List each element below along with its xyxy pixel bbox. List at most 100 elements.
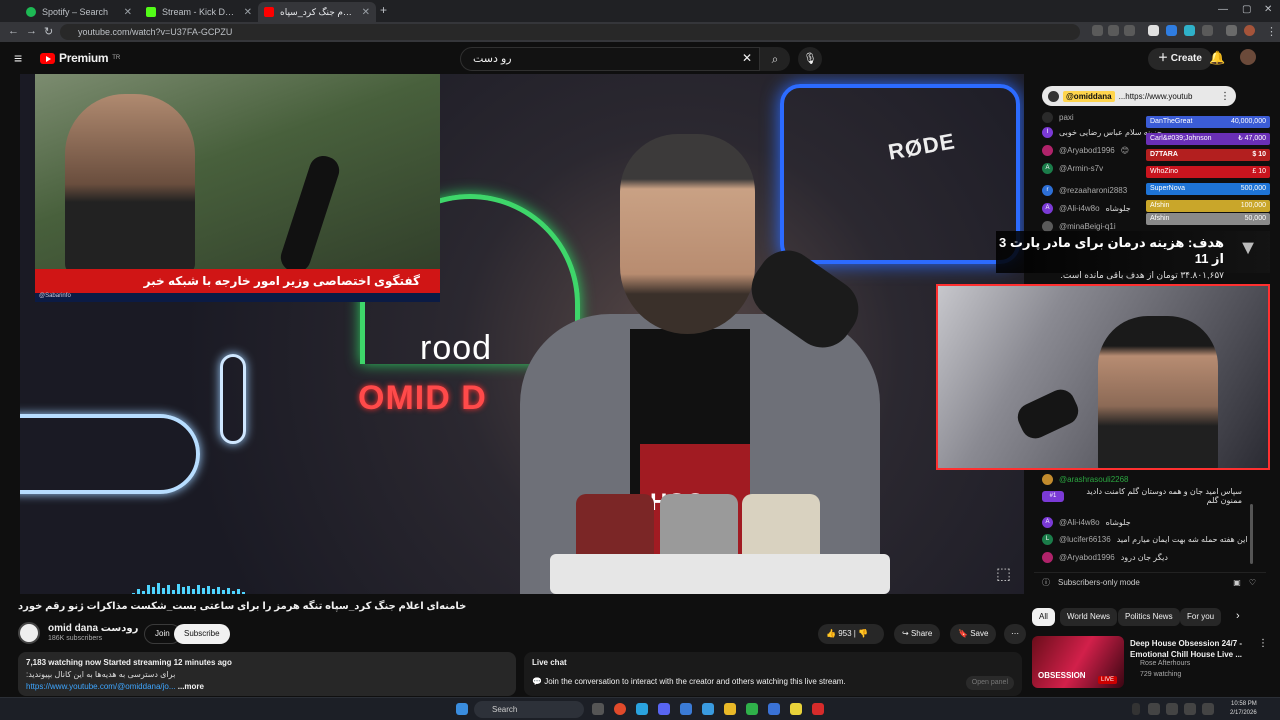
taskbar-search[interactable]: Search (474, 701, 584, 718)
telegram-icon[interactable] (636, 703, 648, 715)
logo-text: Premium (59, 51, 109, 65)
voice-search-button[interactable]: 🎙 (798, 47, 822, 71)
back-icon[interactable]: ← (8, 25, 19, 37)
chat-author[interactable]: @lucifer66136 (1059, 535, 1111, 544)
chrome-icon[interactable] (614, 703, 626, 715)
tab-youtube[interactable]: خامنه‌ای اعلام جنگ کرد_سپاه ✕ (258, 2, 376, 22)
clock[interactable]: 10:58 PM 2/17/2026 (1230, 700, 1257, 718)
sidebar-icon[interactable] (1226, 25, 1237, 36)
close-window-icon[interactable]: ✕ (1264, 4, 1272, 15)
start-icon[interactable] (456, 703, 468, 715)
chat-author[interactable]: @Aryabod1996 (1059, 553, 1115, 562)
discord-icon[interactable] (658, 703, 670, 715)
tab-spotify[interactable]: Spotify – Search ✕ (20, 2, 138, 22)
member-badge: #1 (1042, 490, 1064, 502)
tray-icon[interactable] (1148, 703, 1160, 715)
chat-author[interactable]: @Ali-i4w8o (1059, 204, 1100, 213)
close-icon[interactable]: ✕ (244, 7, 252, 18)
chevron-right-icon[interactable]: › (1236, 610, 1240, 622)
chat-author[interactable]: @Armin-s7v (1059, 164, 1103, 173)
volume-icon[interactable] (1202, 703, 1214, 715)
heart-icon[interactable]: ♡ (1249, 578, 1256, 587)
tip-alert: DanTheGreat 40,000,000 (1146, 116, 1270, 128)
create-button[interactable]: ＋ Create (1148, 48, 1212, 70)
new-tab-button[interactable]: + (380, 3, 387, 17)
close-icon[interactable]: ✕ (124, 7, 132, 18)
chip-world-news[interactable]: World News (1060, 608, 1117, 626)
chat-author[interactable]: @Ali-i4w8o (1059, 518, 1100, 527)
subscribe-button[interactable]: Subscribe (174, 624, 230, 644)
extension-icon[interactable] (1184, 25, 1195, 36)
tip-alert: Afshin 100,000 (1146, 200, 1270, 212)
gift-icon[interactable]: ▣ (1233, 578, 1241, 587)
recommended-title[interactable]: Deep House Obsession 24/7 - Emotional Ch… (1130, 638, 1258, 660)
account-avatar[interactable] (1240, 49, 1256, 65)
zoom-icon[interactable] (1092, 25, 1103, 36)
chat-author[interactable]: @minaBeigi-q1i (1059, 222, 1116, 231)
channel-avatar[interactable] (18, 622, 40, 644)
video-thumbnail[interactable]: OBSESSION LIVE (1032, 636, 1124, 688)
url-input[interactable]: youtube.com/watch?v=U37FA-GCPZU (60, 24, 1080, 40)
close-icon[interactable]: ✕ (362, 7, 370, 18)
network-icon[interactable] (1184, 703, 1196, 715)
search-label: Search (492, 705, 518, 714)
chip-all[interactable]: All (1032, 608, 1055, 626)
notifications-bell-icon[interactable]: 🔔 (1209, 50, 1225, 66)
open-panel-button[interactable]: Open panel (965, 676, 1014, 690)
chip-politics-news[interactable]: Politics News (1118, 608, 1180, 626)
chat-author[interactable]: @rezaaharoni2883 (1059, 186, 1127, 195)
extensions-puzzle-icon[interactable] (1202, 25, 1213, 36)
save-button[interactable]: 🔖 Save (950, 624, 997, 644)
extension-icon[interactable] (1148, 25, 1159, 36)
description-box[interactable]: 7,183 watching now Started streaming 12 … (18, 652, 516, 696)
profile-avatar[interactable] (1244, 25, 1255, 36)
youtube-logo[interactable]: Premium TR (40, 51, 120, 65)
cast-icon[interactable] (1108, 25, 1119, 36)
more-link[interactable]: ...more (178, 682, 204, 691)
bookmark-icon[interactable] (1124, 25, 1135, 36)
pinned-message[interactable]: @omiddana ...https://www.youtub ⋮ (1042, 86, 1236, 106)
thumbs-down-icon[interactable]: 👎 (858, 629, 868, 638)
search-button[interactable]: ⌕ (760, 47, 790, 71)
extension-icon[interactable] (1166, 25, 1177, 36)
recommended-video[interactable]: OBSESSION LIVE Deep House Obsession 24/7… (1032, 636, 1272, 694)
channel-name[interactable]: omid dana رودست (48, 623, 138, 634)
chat-author[interactable]: paxi (1059, 113, 1074, 122)
chip-for-you[interactable]: For you (1180, 608, 1222, 626)
pinned-link[interactable]: ...https://www.youtub (1119, 92, 1193, 101)
chat-text: دیگر جان درود (1120, 553, 1168, 562)
description-link[interactable]: https://www.youtube.com/@omiddana/jo... (26, 682, 176, 691)
app-icon[interactable] (768, 703, 780, 715)
forward-icon[interactable]: → (26, 25, 37, 37)
tray-icon[interactable] (1166, 703, 1178, 715)
app-icon[interactable] (790, 703, 802, 715)
more-options-icon[interactable]: ⋮ (1220, 91, 1230, 102)
reload-icon[interactable]: ↻ (44, 25, 53, 38)
tray-chevron-icon[interactable] (1132, 703, 1140, 715)
more-options-icon[interactable]: ⋮ (1258, 638, 1268, 649)
recommended-channel[interactable]: Rose Afterhours (1140, 660, 1190, 667)
tab-title: Spotify – Search (42, 7, 109, 17)
like-button[interactable]: 👍 953 | 👎 (818, 624, 884, 644)
maximize-icon[interactable]: ▢ (1242, 4, 1251, 15)
channel-watermark-icon[interactable]: ⬚ (996, 564, 1011, 584)
app-icon[interactable] (812, 703, 824, 715)
share-button[interactable]: ↪ Share (894, 624, 941, 644)
menu-dots-icon[interactable]: ⋮ (1266, 25, 1277, 38)
search-input[interactable]: رو دست (460, 47, 760, 71)
app-icon[interactable] (702, 703, 714, 715)
chat-author[interactable]: @Aryabod1996 (1059, 146, 1115, 155)
tip-alert: SuperNova 500,000 (1146, 183, 1270, 195)
chat-scrollbar[interactable] (1250, 504, 1253, 564)
app-icon[interactable] (746, 703, 758, 715)
hamburger-menu-icon[interactable]: ≡ (14, 50, 22, 66)
app-icon[interactable] (680, 703, 692, 715)
video-player[interactable]: RØDE rood OMID D HGO گفتگوی اختصاصی وزیر… (20, 74, 1024, 594)
task-view-icon[interactable] (592, 703, 604, 715)
chat-author[interactable]: @arashrasouli2268 (1059, 475, 1129, 484)
file-explorer-icon[interactable] (724, 703, 736, 715)
more-actions-button[interactable]: ⋯ (1004, 624, 1026, 644)
minimize-icon[interactable]: — (1218, 4, 1228, 15)
tab-kick[interactable]: Stream - Kick Dashboard ✕ (140, 2, 258, 22)
clear-search-icon[interactable]: ✕ (742, 51, 752, 65)
